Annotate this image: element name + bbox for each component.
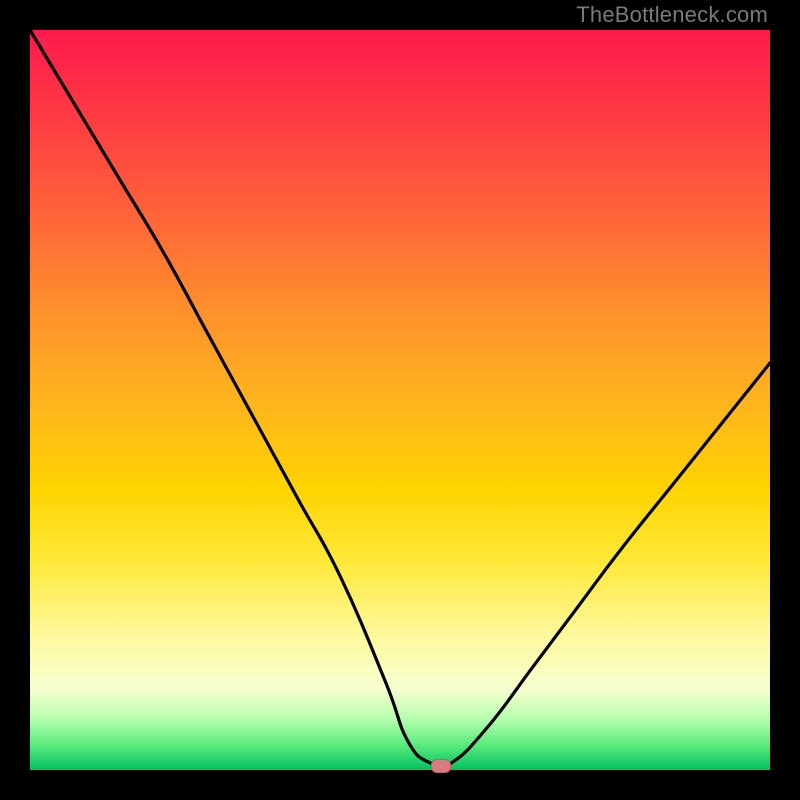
plot-area [30,30,770,770]
bottleneck-curve [30,30,770,770]
watermark-label: TheBottleneck.com [576,2,768,28]
chart-frame: TheBottleneck.com [0,0,800,800]
optimum-marker [431,759,451,773]
